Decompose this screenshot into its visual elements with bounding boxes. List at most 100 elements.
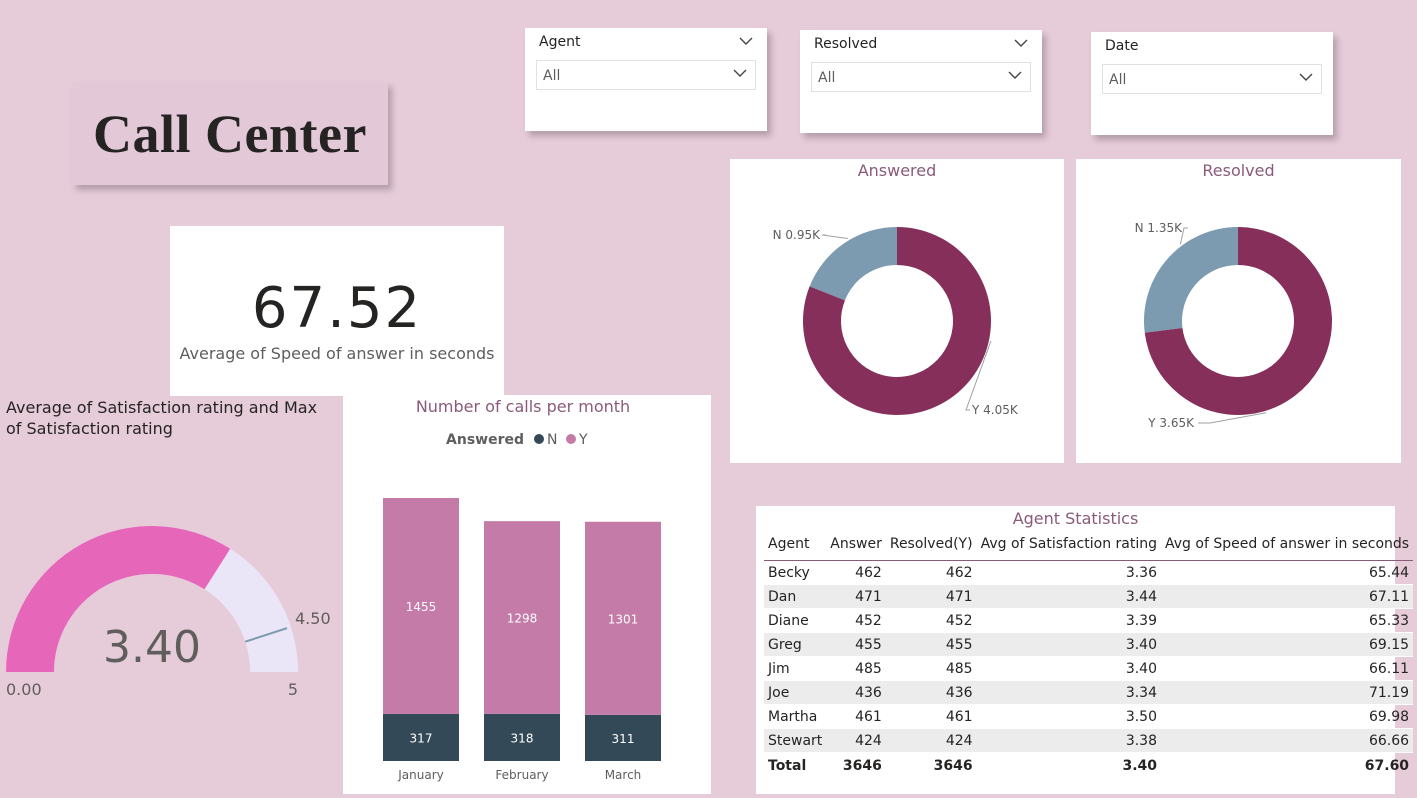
answered-donut-card: Answered N 0.95K Y 4.05K [730,159,1064,463]
chevron-down-icon[interactable] [733,69,747,78]
table-cell: 436 [885,680,977,705]
table-cell: 67.60 [1161,752,1414,777]
legend-item-y[interactable]: Y [578,432,588,448]
table-cell: 69.15 [1161,632,1414,657]
donut-slice-label: Y 3.65K [1147,416,1195,430]
slicer-agent-value: All [543,68,561,84]
table-row[interactable]: Becky 462 462 3.36 65.44 [764,560,1414,585]
gauge-min-label: 0.00 [6,680,42,699]
kpi-card: 67.52 Average of Speed of answer in seco… [170,226,504,396]
table-row[interactable]: Diane 452 452 3.39 65.33 [764,608,1414,633]
chevron-down-icon[interactable] [739,37,753,46]
table-row[interactable]: Martha 461 461 3.50 69.98 [764,704,1414,729]
table-cell: 3.40 [976,632,1161,657]
donut-slice-n[interactable] [809,227,897,301]
chevron-down-icon[interactable] [1008,71,1022,80]
gauge-target-label: 4.50 [295,609,331,628]
column-header[interactable]: Avg of Satisfaction rating [976,534,1161,561]
report-title: Call Center [93,103,367,164]
table-cell: 3.39 [976,608,1161,633]
slicer-date-dropdown[interactable]: All [1102,64,1322,94]
table-cell: 461 [885,704,977,729]
answered-donut-chart[interactable]: N 0.95K Y 4.05K [730,159,1064,463]
calls-per-month-card: Number of calls per month Answered N Y 3… [343,395,711,794]
table-cell: 461 [826,704,886,729]
table-cell: 436 [826,680,886,705]
table-cell: 424 [826,728,886,753]
table-cell: 452 [826,608,886,633]
slicer-agent-dropdown[interactable]: All [536,60,756,90]
slicer-agent[interactable]: Agent All [525,28,767,131]
table-cell: 471 [826,584,886,609]
table-cell: 71.19 [1161,680,1414,705]
table-header-row: Agent Answer Resolved(Y) Avg of Satisfac… [764,534,1414,561]
table-cell: 471 [885,584,977,609]
slicer-date-label: Date [1105,38,1139,54]
table-cell: Jim [764,656,827,681]
donut-slice-n[interactable] [1144,227,1238,333]
table-cell: 3.34 [976,680,1161,705]
table-cell: 3646 [826,752,886,777]
bar-data-label: 1301 [608,612,639,626]
agent-statistics-card: Agent Statistics Agent Answer Resolved(Y… [756,506,1414,794]
table-cell: 65.33 [1161,608,1414,633]
table-cell: 452 [885,608,977,633]
bar-data-label: 317 [410,731,433,745]
slicer-date[interactable]: Date All [1091,32,1333,135]
table-cell: 455 [885,632,977,657]
table-cell: Greg [764,632,827,657]
column-header[interactable]: Agent [764,534,827,561]
table-cell: Dan [764,584,827,609]
table-row[interactable]: Greg 455 455 3.40 69.15 [764,632,1414,657]
table-cell: 3.40 [976,752,1161,777]
bar-data-label: 311 [612,732,635,746]
kpi-label: Average of Speed of answer in seconds [179,344,495,363]
slicer-resolved-label: Resolved [814,36,878,52]
x-tick-label: January [397,768,444,782]
chevron-down-icon[interactable] [1299,73,1313,82]
column-header[interactable]: Resolved(Y) [885,534,977,561]
table-cell: Total [764,752,827,777]
legend-swatch-n [534,434,544,444]
table-row[interactable]: Stewart 424 424 3.38 66.66 [764,728,1414,753]
gauge-title: Average of Satisfaction rating and Max o… [6,398,318,438]
table-cell: Joe [764,680,827,705]
slicer-resolved[interactable]: Resolved All [800,30,1042,133]
donut-slice-label: N 0.95K [773,228,822,242]
table-cell: 3.44 [976,584,1161,609]
column-header[interactable]: Answer [826,534,886,561]
table-cell: 455 [826,632,886,657]
column-header[interactable]: Avg of Speed of answer in seconds [1161,534,1414,561]
donut-leader-line [821,234,848,240]
chart-title: Number of calls per month [416,397,630,416]
table-cell: 67.11 [1161,584,1414,609]
slicer-resolved-dropdown[interactable]: All [811,62,1031,92]
resolved-donut-card: Resolved N 1.35K Y 3.65K [1076,159,1401,463]
resolved-donut-chart[interactable]: N 1.35K Y 3.65K [1076,159,1401,463]
gauge-max-label: 5 [288,680,298,699]
table-cell: 66.11 [1161,656,1414,681]
satisfaction-gauge[interactable]: 3.40 0.00 5 4.50 [0,500,340,710]
legend-title: Answered [446,432,524,448]
table-row[interactable]: Dan 471 471 3.44 67.11 [764,584,1414,609]
gauge-value: 3.40 [103,622,201,673]
table-row[interactable]: Jim 485 485 3.40 66.11 [764,656,1414,681]
calls-per-month-chart[interactable]: Number of calls per month Answered N Y 3… [343,395,711,794]
slicer-agent-label: Agent [539,34,581,50]
chevron-down-icon[interactable] [1014,39,1028,48]
x-tick-label: March [605,768,642,782]
agent-statistics-table: Agent Answer Resolved(Y) Avg of Satisfac… [764,534,1414,777]
legend-item-n[interactable]: N [547,432,557,448]
table-cell: 3646 [885,752,977,777]
table-total-row: Total 3646 3646 3.40 67.60 [764,752,1414,777]
table-row[interactable]: Joe 436 436 3.34 71.19 [764,680,1414,705]
kpi-value: 67.52 [251,276,423,341]
table-cell: 3.38 [976,728,1161,753]
slicer-resolved-value: All [818,70,836,86]
table-cell: 485 [826,656,886,681]
table-cell: 3.50 [976,704,1161,729]
table-cell: 3.40 [976,656,1161,681]
table-cell: 485 [885,656,977,681]
table-cell: Becky [764,560,827,585]
table-cell: 65.44 [1161,560,1414,585]
